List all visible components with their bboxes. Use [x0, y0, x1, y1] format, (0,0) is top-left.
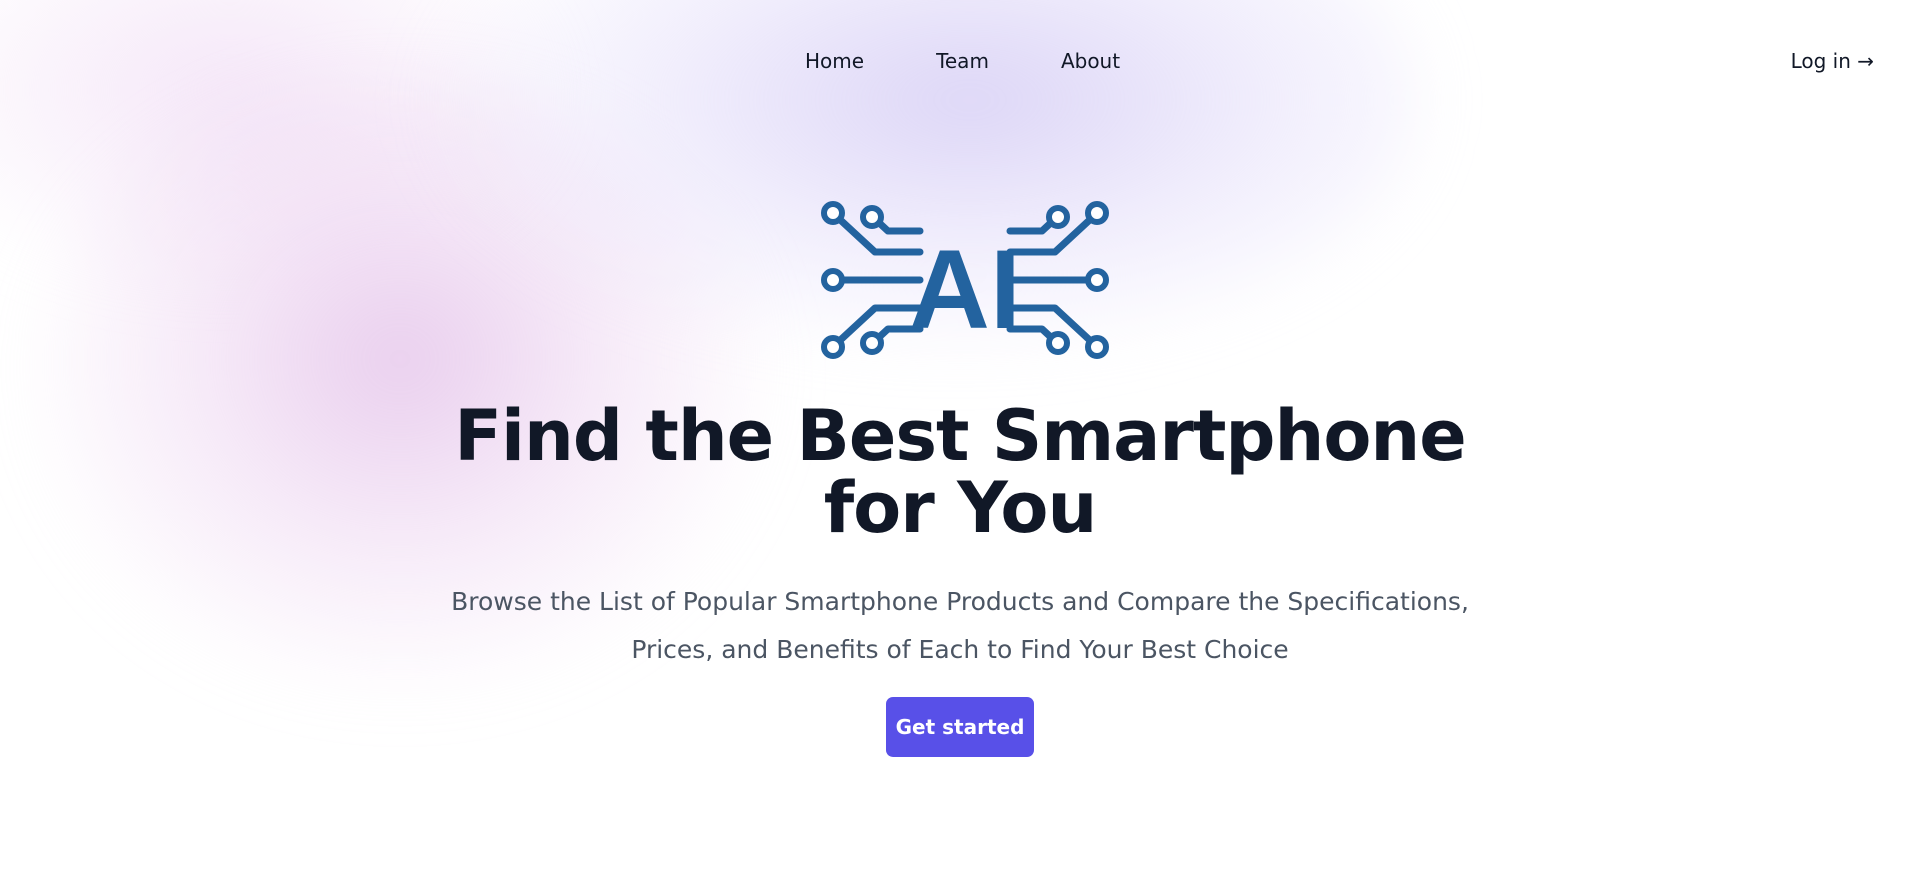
nav-link-team[interactable]: Team	[936, 48, 989, 74]
hero-subtitle: Browse the List of Popular Smartphone Pr…	[451, 587, 1469, 664]
nav-links: Home Team About	[805, 48, 1120, 74]
top-navigation: Home Team About Log in →	[0, 44, 1920, 80]
nav-link-home[interactable]: Home	[805, 48, 864, 74]
page-title: Find the Best Smartphone for You	[454, 395, 1467, 549]
page: Home Team About Log in → AI Find the Bes…	[0, 0, 1920, 890]
login-link[interactable]: Log in →	[1791, 48, 1874, 74]
nav-link-about[interactable]: About	[1061, 48, 1120, 74]
circuit-ai-logo-icon: AI	[821, 201, 1109, 359]
logo-text: AI	[909, 227, 1021, 352]
ai-circuit-logo: AI	[820, 200, 1110, 364]
get-started-button[interactable]: Get started	[886, 697, 1034, 757]
